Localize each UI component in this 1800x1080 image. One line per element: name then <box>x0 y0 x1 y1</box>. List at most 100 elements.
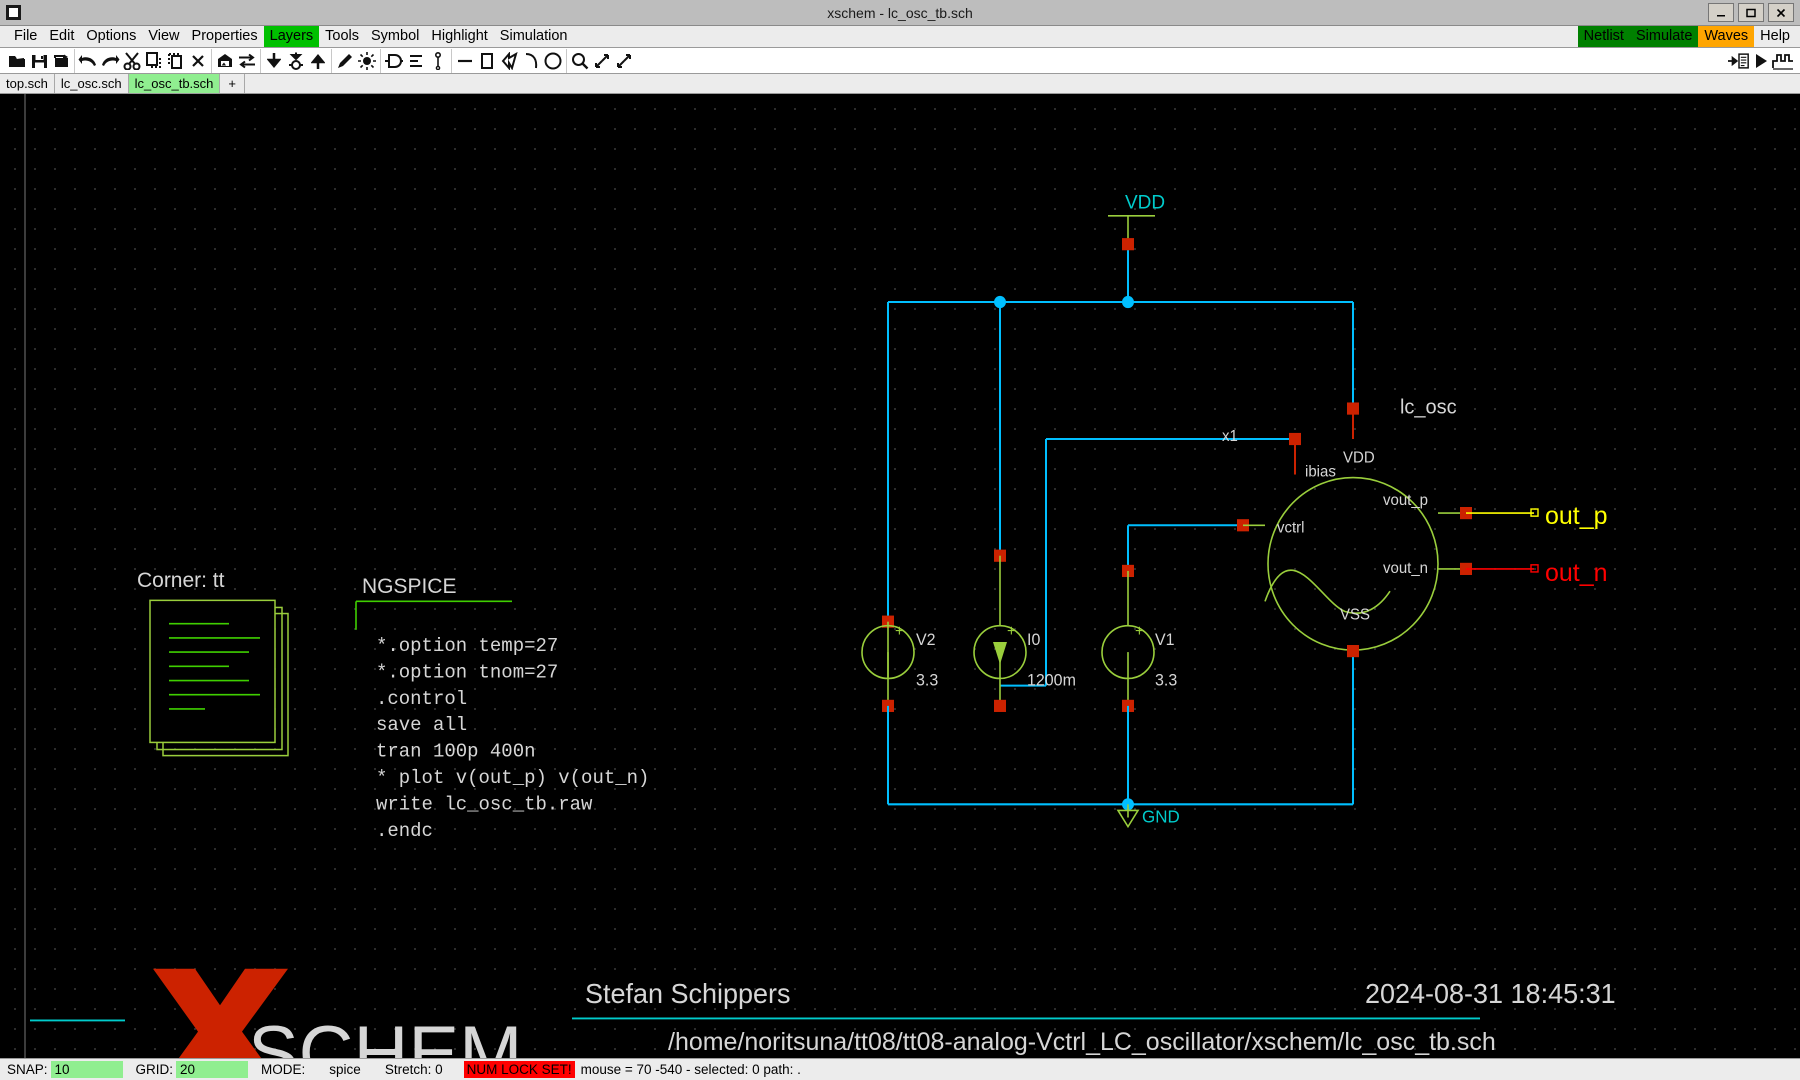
v1-name-label: V1 <box>1155 631 1175 649</box>
ascend-icon[interactable] <box>307 50 329 72</box>
status-bar: SNAP: 10 GRID: 20 MODE: spice Stretch: 0… <box>0 1058 1800 1080</box>
toolbar-right-group <box>1728 50 1800 72</box>
insert-pin-icon[interactable] <box>427 50 449 72</box>
net-label-out-p: out_p <box>1545 502 1608 530</box>
lc-osc-pin-ibias: ibias <box>1305 463 1336 480</box>
paste-icon[interactable] <box>165 50 187 72</box>
add-tab-button[interactable]: + <box>220 74 245 93</box>
menu-netlist[interactable]: Netlist <box>1578 26 1630 47</box>
ngspice-line-3: .control <box>376 688 467 710</box>
net-label-vdd: VDD <box>1125 193 1165 214</box>
descend-symbol-icon[interactable] <box>285 50 307 72</box>
tab-bar: top.sch lc_osc.sch lc_osc_tb.sch + <box>0 74 1800 94</box>
draw-line-icon[interactable] <box>454 50 476 72</box>
zoom-icon[interactable] <box>569 50 591 72</box>
tab-lc-osc-sch[interactable]: lc_osc.sch <box>55 74 129 93</box>
pin-square-vss <box>1347 645 1359 657</box>
ngspice-line-5: tran 100p 400n <box>376 741 536 763</box>
ngspice-line-7: write lc_osc_tb.raw <box>376 793 593 815</box>
schematic-canvas[interactable]: VDD <box>0 94 1800 1058</box>
menu-view[interactable]: View <box>142 26 185 47</box>
grid-value[interactable]: 20 <box>176 1061 248 1078</box>
menu-tools[interactable]: Tools <box>319 26 365 47</box>
draw-arc-icon[interactable] <box>520 50 542 72</box>
toolbar-group-hier <box>212 49 261 73</box>
snap-label: SNAP: <box>4 1062 51 1077</box>
window-icon <box>6 5 21 20</box>
menu-layers[interactable]: Layers <box>264 26 320 47</box>
menu-options[interactable]: Options <box>80 26 142 47</box>
ngspice-block[interactable]: NGSPICE *.option temp=27 *.option tnom=2… <box>356 575 649 842</box>
draw-circle-icon[interactable] <box>542 50 564 72</box>
instance-lc-osc[interactable]: lc_osc x1 VDD ibias vctrl vout_p vout_n … <box>1222 397 1457 805</box>
copy-icon[interactable] <box>143 50 165 72</box>
minimize-button[interactable] <box>1708 3 1734 22</box>
corner-sheet-front <box>150 600 275 742</box>
i0-name-label: I0 <box>1027 631 1040 649</box>
menu-simulate[interactable]: Simulate <box>1630 26 1698 47</box>
lc-osc-pin-vdd: VDD <box>1343 449 1375 466</box>
menu-symbol[interactable]: Symbol <box>365 26 425 47</box>
instance-v1[interactable]: + V1 3.3 <box>1102 565 1177 804</box>
menu-help[interactable]: Help <box>1754 26 1796 47</box>
tab-lc-osc-tb-sch[interactable]: lc_osc_tb.sch <box>129 74 221 93</box>
instance-i0[interactable]: + I0 1200m <box>974 550 1076 712</box>
zoom-fit-icon[interactable] <box>591 50 613 72</box>
tab-top-sch[interactable]: top.sch <box>0 74 55 93</box>
draw-rect-icon[interactable] <box>476 50 498 72</box>
swap-symbol-icon[interactable] <box>236 50 258 72</box>
redo-icon[interactable] <box>99 50 121 72</box>
corner-label: Corner: tt <box>137 569 225 592</box>
snap-value[interactable]: 10 <box>51 1061 123 1078</box>
corner-block[interactable]: Corner: tt <box>137 569 288 756</box>
open-folder-icon[interactable] <box>6 50 28 72</box>
wire-vctrl <box>1128 519 1265 571</box>
title-block-footer: SCHEM Stefan Schippers 2024-08-31 18:45:… <box>25 969 1800 1058</box>
lc-osc-pin-vctrl: vctrl <box>1277 519 1304 536</box>
waves-icon[interactable] <box>1772 50 1794 72</box>
delete-icon[interactable] <box>187 50 209 72</box>
menu-properties[interactable]: Properties <box>186 26 264 47</box>
window-controls <box>1708 3 1800 22</box>
push-schematic-icon[interactable] <box>214 50 236 72</box>
ngspice-line-1: *.option temp=27 <box>376 635 558 657</box>
net-out-p: out_p <box>1438 502 1608 530</box>
v1-value-label: 3.3 <box>1155 671 1177 689</box>
lc-osc-pin-voutp: vout_p <box>1383 492 1428 509</box>
maximize-button[interactable] <box>1738 3 1764 22</box>
draw-polygon-icon[interactable] <box>498 50 520 72</box>
insert-text-icon[interactable] <box>405 50 427 72</box>
menu-file[interactable]: File <box>8 26 43 47</box>
netlist-icon[interactable] <box>1728 50 1750 72</box>
footer-datetime: 2024-08-31 18:45:31 <box>1365 978 1616 1009</box>
net-label-out-n: out_n <box>1545 559 1608 587</box>
simulate-icon[interactable] <box>1750 50 1772 72</box>
instance-v2[interactable]: + V2 3.3 <box>862 616 938 805</box>
close-button[interactable] <box>1768 3 1794 22</box>
footer-path: /home/noritsuna/tt08/tt08-analog-Vctrl_L… <box>668 1028 1496 1056</box>
menu-simulation[interactable]: Simulation <box>494 26 574 47</box>
mode-label: MODE: <box>258 1062 308 1077</box>
mode-value: spice <box>326 1062 364 1077</box>
window-title: xschem - lc_osc_tb.sch <box>0 5 1800 21</box>
i0-plus-sign: + <box>1007 623 1016 640</box>
menu-highlight[interactable]: Highlight <box>425 26 493 47</box>
zoom-full-icon[interactable] <box>613 50 635 72</box>
cut-icon[interactable] <box>121 50 143 72</box>
footer-author: Stefan Schippers <box>585 978 791 1009</box>
save-as-icon[interactable] <box>50 50 72 72</box>
menu-edit[interactable]: Edit <box>43 26 80 47</box>
menu-waves[interactable]: Waves <box>1698 26 1754 47</box>
menu-right-group: Netlist Simulate Waves Help <box>1578 26 1800 47</box>
highlight-net-icon[interactable] <box>356 50 378 72</box>
edit-attributes-icon[interactable] <box>334 50 356 72</box>
save-icon[interactable] <box>28 50 50 72</box>
undo-icon[interactable] <box>77 50 99 72</box>
toolbar-group-edit <box>75 49 212 73</box>
net-out-n: out_n <box>1438 559 1608 587</box>
toolbar-group-insert <box>381 49 452 73</box>
mouse-info: mouse = 70 -540 - selected: 0 path: . <box>575 1062 804 1077</box>
descend-icon[interactable] <box>263 50 285 72</box>
wire-ibias <box>1000 433 1301 686</box>
insert-symbol-icon[interactable] <box>383 50 405 72</box>
